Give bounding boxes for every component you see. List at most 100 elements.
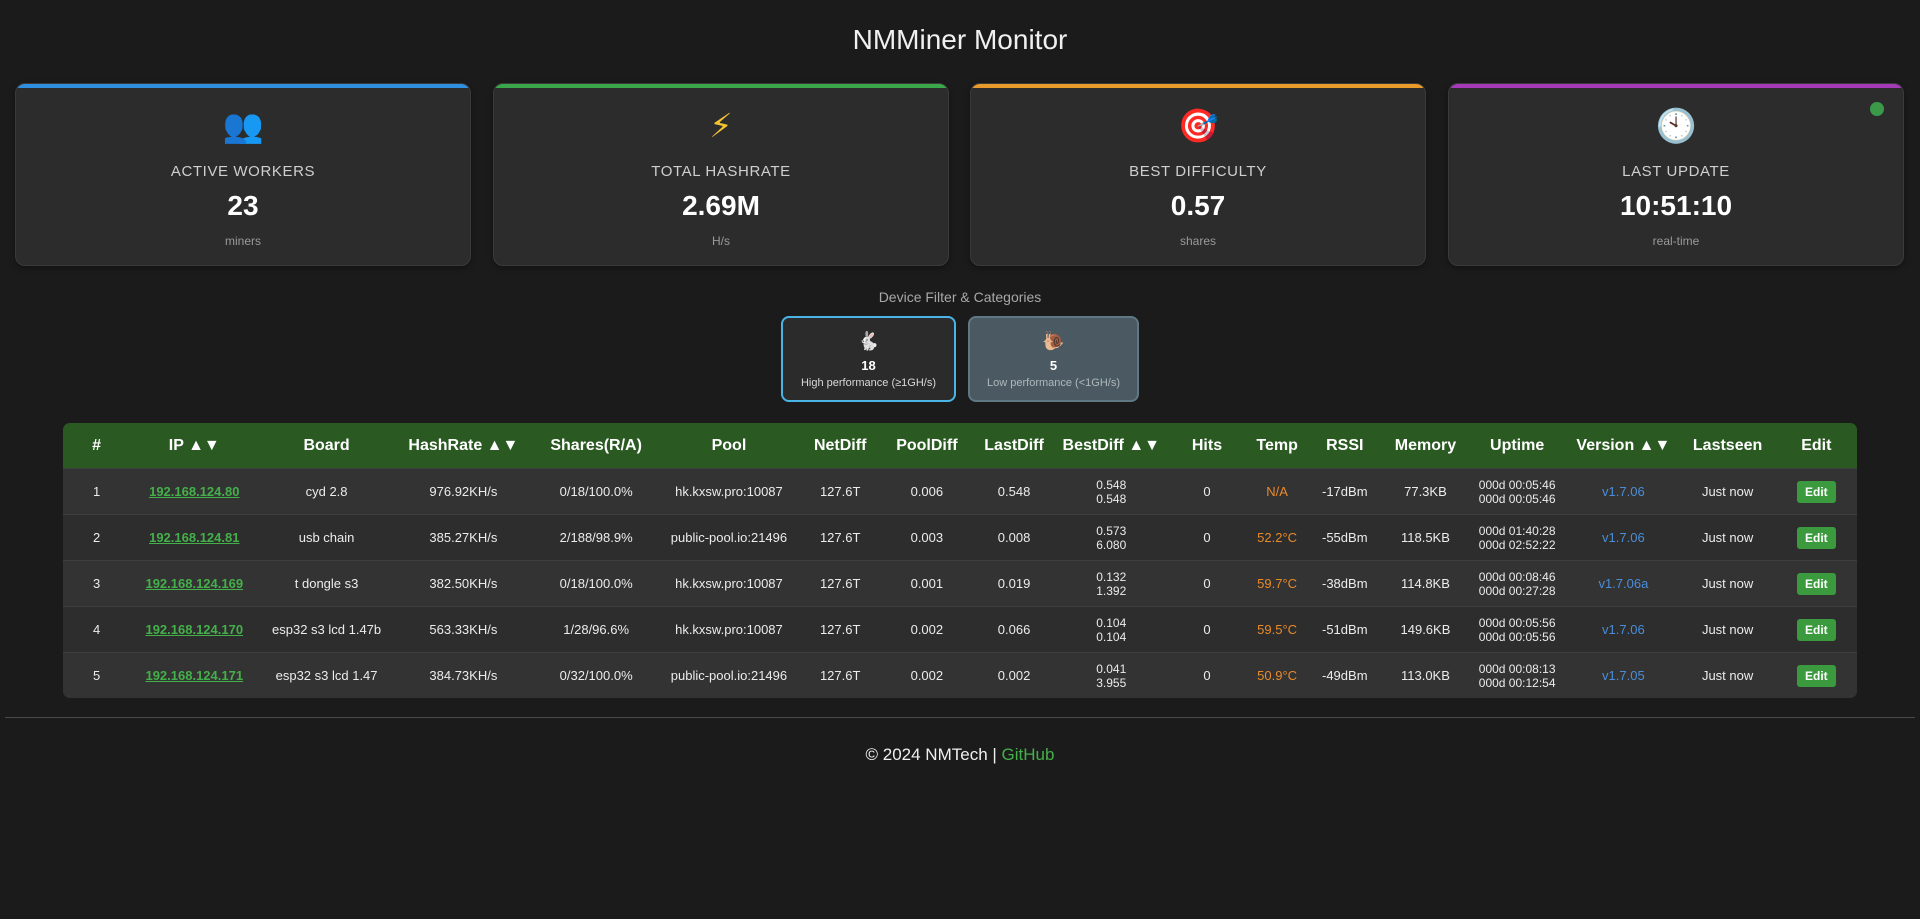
- pooldiff-cell: 0.001: [882, 560, 971, 607]
- uptime-current: 000d 00:08:13: [1478, 661, 1556, 676]
- uptime-total: 000d 02:52:22: [1478, 537, 1556, 552]
- bestdiff-alltime: 3.955: [1096, 675, 1127, 690]
- card-unit: shares: [1179, 234, 1217, 248]
- ip-link[interactable]: 192.168.124.170: [145, 622, 243, 637]
- filter-label: Low performance (<1GH/s): [987, 377, 1120, 389]
- netdiff-cell: 127.6T: [797, 514, 883, 561]
- col-version-sortable[interactable]: Version ▲▼: [1567, 423, 1680, 469]
- card-label: ACTIVE WORKERS: [170, 163, 316, 180]
- target-icon: 🎯: [1177, 106, 1219, 145]
- total-hashrate-card: ⚡ TOTAL HASHRATE 2.69M H/s: [493, 83, 949, 266]
- netdiff-cell: 127.6T: [797, 560, 883, 607]
- shares-cell: 0/32/100.0%: [532, 652, 661, 698]
- card-label: LAST UPDATE: [1622, 163, 1730, 180]
- edit-button[interactable]: Edit: [1797, 664, 1836, 687]
- uptime-cell: 000d 00:08:46 000d 00:27:28: [1467, 560, 1568, 607]
- netdiff-cell: 127.6T: [797, 606, 883, 653]
- col-netdiff: NetDiff: [797, 423, 883, 469]
- miners-table-container: # IP ▲▼ Board HashRate ▲▼ Shares(R/A) Po…: [63, 423, 1857, 698]
- edit-button[interactable]: Edit: [1797, 572, 1836, 595]
- lastdiff-cell: 0.002: [970, 652, 1058, 698]
- temp-value: 52.2°C: [1257, 530, 1298, 545]
- col-memory: Memory: [1383, 423, 1468, 469]
- card-value: 10:51:10: [1619, 190, 1733, 221]
- clock-icon: 🕙: [1655, 106, 1697, 145]
- col-lastseen: Lastseen: [1679, 423, 1776, 469]
- pool-cell: public-pool.io:21496: [660, 514, 798, 561]
- github-link[interactable]: GitHub: [1002, 745, 1055, 764]
- temp-value: 59.7°C: [1257, 576, 1298, 591]
- best-difficulty-card: 🎯 BEST DIFFICULTY 0.57 shares: [970, 83, 1426, 266]
- table-row: 1 192.168.124.80 cyd 2.8 976.92KH/s 0/18…: [63, 468, 1857, 515]
- col-board: Board: [258, 423, 395, 469]
- col-pool: Pool: [660, 423, 798, 469]
- uptime-current: 000d 00:05:46: [1478, 477, 1556, 492]
- row-number: 5: [63, 652, 131, 698]
- shares-cell: 0/18/100.0%: [532, 468, 661, 515]
- copyright-text: © 2024 NMTech: [865, 745, 988, 764]
- col-temp: Temp: [1248, 423, 1306, 469]
- footer-separator: |: [992, 745, 997, 764]
- hits-cell: 0: [1165, 606, 1249, 653]
- version-value: v1.7.06: [1602, 622, 1645, 637]
- filter-low-performance-button[interactable]: 🐌 5 Low performance (<1GH/s): [968, 316, 1139, 402]
- bestdiff-current: 0.573: [1096, 523, 1127, 538]
- temp-value: 59.5°C: [1257, 622, 1298, 637]
- ip-link[interactable]: 192.168.124.80: [149, 484, 239, 499]
- table-header-row: # IP ▲▼ Board HashRate ▲▼ Shares(R/A) Po…: [63, 423, 1857, 469]
- ip-link[interactable]: 192.168.124.81: [149, 530, 239, 545]
- lastseen-cell: Just now: [1679, 514, 1776, 561]
- card-value: 0.57: [1170, 190, 1226, 221]
- edit-button[interactable]: Edit: [1797, 618, 1836, 641]
- version-value: v1.7.06: [1602, 530, 1645, 545]
- table-row: 5 192.168.124.171 esp32 s3 lcd 1.47 384.…: [63, 652, 1857, 698]
- hashrate-cell: 563.33KH/s: [394, 606, 533, 653]
- card-accent: [16, 84, 470, 88]
- edit-button[interactable]: Edit: [1797, 480, 1836, 503]
- bestdiff-current: 0.104: [1096, 615, 1127, 630]
- temp-value: N/A: [1266, 484, 1288, 499]
- version-value: v1.7.05: [1602, 668, 1645, 683]
- rssi-cell: -51dBm: [1305, 606, 1384, 653]
- row-number: 4: [63, 606, 131, 653]
- hits-cell: 0: [1165, 468, 1249, 515]
- stats-cards: 👥 ACTIVE WORKERS 23 miners ⚡ TOTAL HASHR…: [15, 83, 1905, 266]
- uptime-total: 000d 00:12:54: [1478, 675, 1556, 690]
- board-cell: cyd 2.8: [258, 468, 395, 515]
- bestdiff-cell: 0.104 0.104: [1057, 606, 1166, 653]
- snail-icon: 🐌: [1042, 331, 1065, 352]
- uptime-total: 000d 00:05:56: [1478, 629, 1556, 644]
- ip-link[interactable]: 192.168.124.171: [145, 668, 243, 683]
- table-row: 4 192.168.124.170 esp32 s3 lcd 1.47b 563…: [63, 606, 1857, 653]
- ip-link[interactable]: 192.168.124.169: [145, 576, 243, 591]
- card-accent: [1449, 84, 1903, 88]
- col-hashrate-sortable[interactable]: HashRate ▲▼: [394, 423, 533, 469]
- col-bestdiff-sortable[interactable]: BestDiff ▲▼: [1057, 423, 1166, 469]
- uptime-current: 000d 00:05:56: [1478, 615, 1556, 630]
- lastdiff-cell: 0.008: [970, 514, 1058, 561]
- col-ip-sortable[interactable]: IP ▲▼: [130, 423, 259, 469]
- uptime-cell: 000d 00:05:56 000d 00:05:56: [1467, 606, 1568, 653]
- filter-count: 5: [1049, 358, 1058, 373]
- card-value: 2.69M: [682, 190, 760, 221]
- bestdiff-current: 0.132: [1096, 569, 1127, 584]
- card-unit: real-time: [1652, 234, 1700, 248]
- hits-cell: 0: [1165, 652, 1249, 698]
- hashrate-cell: 384.73KH/s: [394, 652, 533, 698]
- col-hits: Hits: [1165, 423, 1249, 469]
- shares-cell: 1/28/96.6%: [532, 606, 661, 653]
- card-value: 23: [227, 190, 259, 221]
- bestdiff-current: 0.041: [1096, 661, 1127, 676]
- pooldiff-cell: 0.002: [882, 606, 971, 653]
- row-number: 3: [63, 560, 131, 607]
- pool-cell: hk.kxsw.pro:10087: [660, 468, 798, 515]
- pool-cell: hk.kxsw.pro:10087: [660, 560, 798, 607]
- edit-button[interactable]: Edit: [1797, 526, 1836, 549]
- bestdiff-cell: 0.573 6.080: [1057, 514, 1166, 561]
- filter-high-performance-button[interactable]: 🐇 18 High performance (≥1GH/s): [781, 316, 956, 402]
- page-title: NMMiner Monitor: [852, 24, 1068, 55]
- card-label: BEST DIFFICULTY: [1129, 163, 1267, 180]
- col-lastdiff: LastDiff: [970, 423, 1058, 469]
- table-row: 2 192.168.124.81 usb chain 385.27KH/s 2/…: [63, 514, 1857, 561]
- row-number: 2: [63, 514, 131, 561]
